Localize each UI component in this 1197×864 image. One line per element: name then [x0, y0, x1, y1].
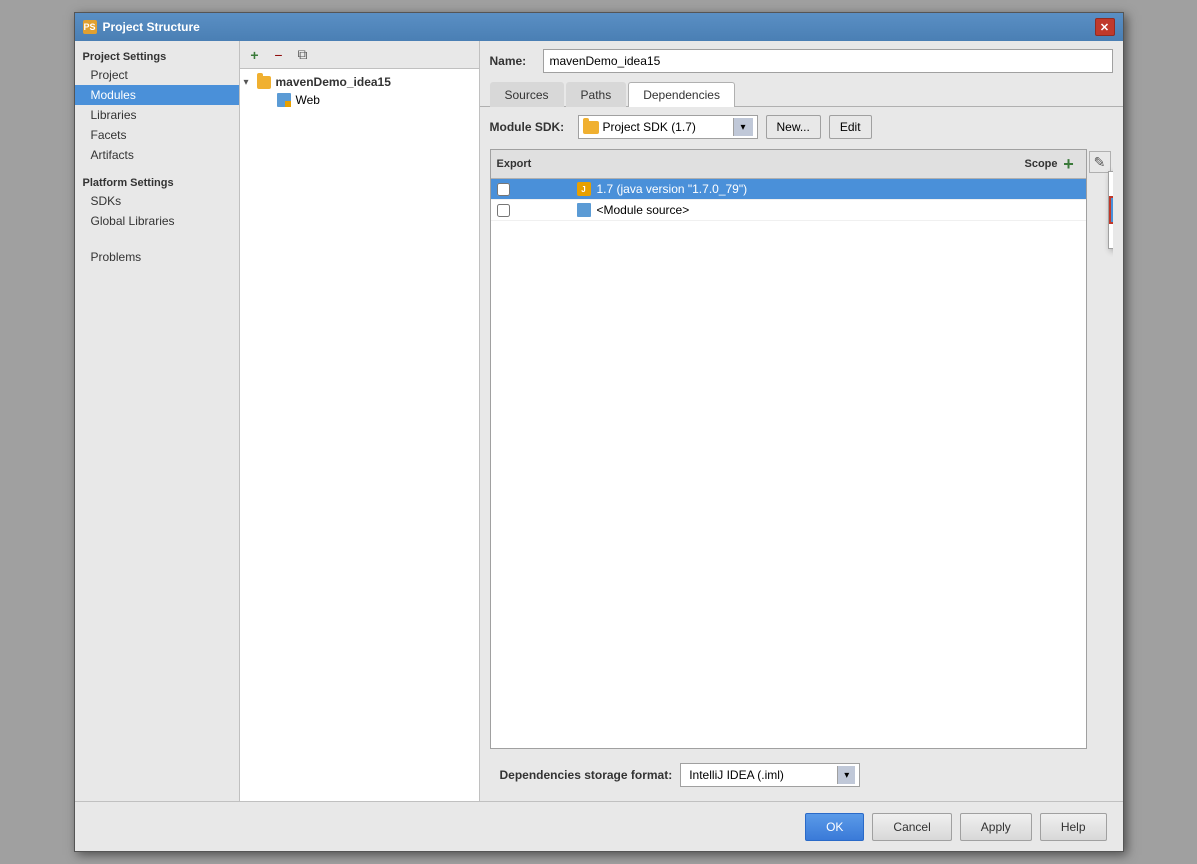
- tab-sources[interactable]: Sources: [490, 82, 564, 107]
- module-folder-icon: [256, 75, 272, 89]
- tabs-row: Sources Paths Dependencies: [480, 81, 1123, 107]
- tree-arrow-icon: ▾: [244, 77, 256, 88]
- platform-settings-heading: Platform Settings: [75, 173, 239, 191]
- apply-button[interactable]: Apply: [960, 813, 1032, 841]
- popup-item-library[interactable]: 2 Library...: [1109, 196, 1113, 224]
- sdk-select[interactable]: Project SDK (1.7) ▾: [578, 115, 758, 139]
- remove-module-button[interactable]: −: [268, 44, 290, 66]
- sidebar-item-libraries[interactable]: Libraries: [75, 105, 239, 125]
- sidebar-item-artifacts[interactable]: Artifacts: [75, 145, 239, 165]
- storage-format-label: Dependencies storage format:: [500, 768, 673, 782]
- sidebar-item-project[interactable]: Project: [75, 65, 239, 85]
- dep-table: Export Scope +: [490, 149, 1087, 749]
- tree-child-container: Web: [240, 91, 479, 109]
- sidebar: Project Settings Project Modules Librari…: [75, 41, 240, 801]
- dep-jdk-label: 1.7 (java version "1.7.0_79"): [597, 182, 960, 196]
- add-dep-popup: 1 JARs or directories... 2 Library...: [1108, 171, 1113, 249]
- tree-root-item[interactable]: ▾ mavenDemo_idea15: [240, 73, 479, 91]
- bottom-bar: OK Cancel Apply Help: [75, 801, 1123, 851]
- dep-source-label: <Module source>: [597, 203, 960, 217]
- name-label: Name:: [490, 54, 535, 68]
- edit-dep-button[interactable]: ✎: [1089, 151, 1111, 173]
- new-sdk-button[interactable]: New...: [766, 115, 821, 139]
- module-toolbar: + − ⧉: [240, 41, 479, 69]
- popup-item-module-dep[interactable]: 3 Module Dependency...: [1109, 224, 1113, 248]
- dep-source-export-cell: [497, 204, 577, 217]
- dialog-title: Project Structure: [103, 20, 1095, 34]
- sidebar-item-problems[interactable]: Problems: [75, 247, 239, 267]
- dialog-body: Project Settings Project Modules Librari…: [75, 41, 1123, 801]
- module-root-label: mavenDemo_idea15: [276, 75, 391, 89]
- web-item-label: Web: [296, 93, 320, 107]
- dep-export-cell: [497, 183, 577, 196]
- dep-table-wrapper: Export Scope +: [490, 149, 1113, 749]
- content-panel: Name: Sources Paths Dependencies M: [480, 41, 1123, 801]
- dialog-icon: PS: [83, 20, 97, 34]
- name-row: Name:: [480, 41, 1123, 81]
- close-button[interactable]: ✕: [1095, 18, 1115, 36]
- add-dep-container: +: [1058, 153, 1080, 175]
- dependencies-content: Module SDK: Project SDK (1.7) ▾ New... E…: [480, 107, 1123, 801]
- tab-paths[interactable]: Paths: [566, 82, 627, 107]
- storage-value: IntelliJ IDEA (.iml): [685, 768, 833, 782]
- sdk-folder-icon: [583, 121, 599, 134]
- sdk-value: Project SDK (1.7): [603, 120, 733, 134]
- module-sdk-label: Module SDK:: [490, 120, 570, 134]
- dep-row-jdk[interactable]: J 1.7 (java version "1.7.0_79"): [491, 179, 1086, 200]
- col-export-header: Export: [497, 158, 577, 170]
- sdk-dropdown-arrow[interactable]: ▾: [733, 118, 753, 136]
- tab-dependencies[interactable]: Dependencies: [628, 82, 735, 107]
- col-scope-header: Scope: [938, 158, 1058, 170]
- ok-button[interactable]: OK: [805, 813, 864, 841]
- cancel-button[interactable]: Cancel: [872, 813, 951, 841]
- storage-select[interactable]: IntelliJ IDEA (.iml) ▾: [680, 763, 860, 787]
- dep-row-source[interactable]: <Module source>: [491, 200, 1086, 221]
- edit-sdk-button[interactable]: Edit: [829, 115, 872, 139]
- jdk-icon: J: [577, 182, 593, 196]
- sidebar-item-global-libraries[interactable]: Global Libraries: [75, 211, 239, 231]
- storage-row: Dependencies storage format: IntelliJ ID…: [490, 757, 1113, 793]
- dep-export-checkbox[interactable]: [497, 183, 510, 196]
- dep-table-header: Export Scope +: [491, 150, 1086, 179]
- sidebar-item-facets[interactable]: Facets: [75, 125, 239, 145]
- help-button[interactable]: Help: [1040, 813, 1107, 841]
- name-input[interactable]: [543, 49, 1113, 73]
- module-tree: ▾ mavenDemo_idea15: [240, 69, 479, 801]
- tree-web-item[interactable]: Web: [260, 91, 479, 109]
- project-settings-heading: Project Settings: [75, 47, 239, 65]
- sdk-row: Module SDK: Project SDK (1.7) ▾ New... E…: [490, 115, 1113, 139]
- popup-item-jars[interactable]: 1 JARs or directories...: [1109, 172, 1113, 196]
- copy-module-button[interactable]: ⧉: [292, 44, 314, 66]
- module-panel: + − ⧉ ▾ mavenDemo_idea15: [240, 41, 480, 801]
- title-bar: PS Project Structure ✕: [75, 13, 1123, 41]
- source-icon: [577, 203, 593, 217]
- storage-dropdown-arrow[interactable]: ▾: [837, 766, 855, 784]
- web-module-icon: [276, 93, 292, 107]
- add-dep-button[interactable]: +: [1058, 153, 1080, 175]
- project-structure-dialog: PS Project Structure ✕ Project Settings …: [74, 12, 1124, 852]
- dep-source-export-checkbox[interactable]: [497, 204, 510, 217]
- add-module-button[interactable]: +: [244, 44, 266, 66]
- sidebar-item-modules[interactable]: Modules: [75, 85, 239, 105]
- sidebar-item-sdks[interactable]: SDKs: [75, 191, 239, 211]
